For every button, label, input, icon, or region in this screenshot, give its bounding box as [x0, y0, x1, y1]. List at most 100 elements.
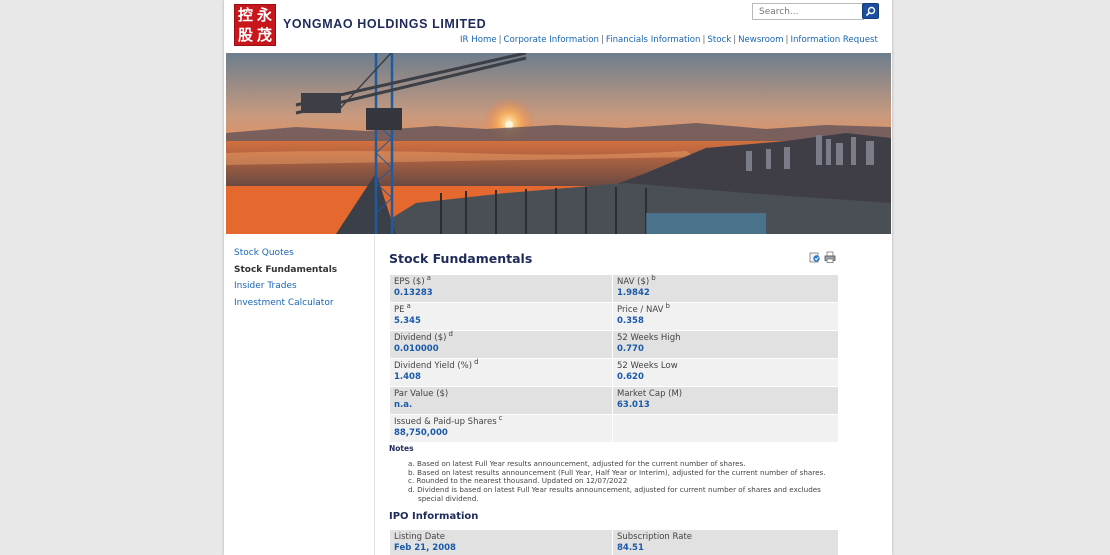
fundamentals-cell: Issued & Paid-up Shares c 88,750,000 [389, 414, 613, 443]
fundamentals-cell [612, 414, 839, 443]
metric-value: 1.408 [394, 372, 421, 382]
metric-label-text: Par Value ($) [394, 389, 449, 399]
ipo-cell: Listing Date Feb 21, 2008 [389, 529, 613, 555]
fundamentals-row: EPS ($) a 0.13283 NAV ($) b 1.9842 [389, 274, 839, 303]
fundamentals-cell: Price / NAV b 0.358 [612, 302, 839, 331]
metric-label-text: EPS ($) [394, 277, 425, 287]
metric-label-text: 52 Weeks Low [617, 361, 678, 371]
search-icon [865, 6, 876, 16]
fundamentals-cell: NAV ($) b 1.9842 [612, 274, 839, 303]
company-logo[interactable]: 控 永 股 茂 [234, 4, 276, 46]
ipo-cell: Subscription Rate 84.51 [612, 529, 839, 555]
metric-label-text: PE [394, 305, 405, 315]
stock-fundamentals-table: EPS ($) a 0.13283 NAV ($) b 1.9842 PE a 5.345 Pri… [389, 274, 839, 443]
metric-label-text: Price / NAV [617, 305, 664, 315]
footnote-ref: b [651, 274, 656, 282]
fundamentals-cell: EPS ($) a 0.13283 [389, 274, 613, 303]
page-title: Stock Fundamentals [389, 251, 533, 266]
metric-label-text: 52 Weeks High [617, 333, 681, 343]
metric-value: 0.620 [617, 372, 644, 382]
metric-label: Issued & Paid-up Shares c [394, 414, 608, 428]
metric-label-text: NAV ($) [617, 277, 650, 287]
ipo-row: Listing Date Feb 21, 2008 Subscription Rat… [389, 529, 839, 555]
metric-value: 0.770 [617, 344, 644, 354]
metric-label-text: Issued & Paid-up Shares [394, 417, 497, 427]
metric-label: Par Value ($) [394, 389, 608, 400]
metric-value: 1.9842 [617, 288, 650, 298]
search-button[interactable] [862, 3, 879, 19]
page-tools [809, 251, 836, 263]
nav-ir-home[interactable]: IR Home [460, 35, 497, 45]
metric-value: 63.013 [617, 400, 650, 410]
metric-label: Market Cap (M) [617, 389, 834, 400]
metric-value: n.a. [394, 400, 413, 410]
logo-char: 永 [256, 6, 272, 24]
sidenav-insider-trades[interactable]: Insider Trades [234, 278, 374, 295]
metric-value: 0.010000 [394, 344, 439, 354]
fundamentals-cell: 52 Weeks Low 0.620 [612, 358, 839, 387]
search-input[interactable] [752, 3, 864, 20]
fundamentals-row: Dividend ($) d 0.010000 52 Weeks High 0.770 [389, 330, 839, 359]
logo-char: 控 [237, 6, 253, 24]
fundamentals-row: Issued & Paid-up Shares c 88,750,000 [389, 414, 839, 443]
metric-label-text: Listing Date [394, 532, 446, 542]
metric-label: Dividend Yield (%) d [394, 358, 608, 372]
nav-corporate-information[interactable]: Corporate Information [504, 35, 599, 45]
metric-value: 0.358 [617, 316, 644, 326]
metric-label: PE a [394, 302, 608, 316]
fundamentals-cell: Dividend Yield (%) d 1.408 [389, 358, 613, 387]
metric-value: Feb 21, 2008 [394, 543, 456, 553]
company-name: YONGMAO HOLDINGS LIMITED [283, 17, 487, 31]
notes-list: a. Based on latest Full Year results ann… [408, 459, 838, 504]
fundamentals-cell: PE a 5.345 [389, 302, 613, 331]
footnote-ref: d [474, 358, 479, 366]
banner-image [226, 53, 891, 234]
side-navigation: Stock Quotes Stock Fundamentals Insider … [234, 245, 374, 311]
footnote-ref: c [498, 414, 503, 422]
fundamentals-cell: 52 Weeks High 0.770 [612, 330, 839, 359]
fundamentals-cell: Market Cap (M) 63.013 [612, 386, 839, 415]
fundamentals-cell: Par Value ($) n.a. [389, 386, 613, 415]
metric-label: Dividend ($) d [394, 330, 608, 344]
top-navigation: IR Home | Corporate Information | Financials… [460, 35, 878, 45]
metric-label: NAV ($) b [617, 274, 834, 288]
fundamentals-row: PE a 5.345 Price / NAV b 0.358 [389, 302, 839, 331]
fundamentals-row: Par Value ($) n.a. Market Cap (M) 63.013 [389, 386, 839, 415]
metric-label-text: Dividend Yield (%) [394, 361, 473, 371]
notes-title: Notes [389, 444, 414, 453]
note-item: d. Dividend is based on latest Full Year… [408, 485, 821, 503]
nav-information-request[interactable]: Information Request [790, 35, 877, 45]
nav-stock[interactable]: Stock [707, 35, 731, 45]
column-divider [374, 235, 375, 555]
sidenav-stock-fundamentals[interactable]: Stock Fundamentals [234, 262, 374, 279]
ipo-information-table: Listing Date Feb 21, 2008 Subscription Rat… [389, 529, 839, 555]
logo-char: 股 [237, 26, 253, 44]
nav-financials-information[interactable]: Financials Information [606, 35, 701, 45]
footnote-ref: b [665, 302, 670, 310]
logo-char: 茂 [256, 26, 272, 44]
footnote-ref: a [406, 302, 411, 310]
metric-label-text: Dividend ($) [394, 333, 447, 343]
metric-label: Subscription Rate [617, 532, 834, 543]
fundamentals-row: Dividend Yield (%) d 1.408 52 Weeks Low 0.62… [389, 358, 839, 387]
metric-value: 0.13283 [394, 288, 433, 298]
metric-label: Listing Date [394, 532, 608, 543]
footnote-ref: d [448, 330, 453, 338]
metric-value: 88,750,000 [394, 428, 448, 438]
metric-value: 84.51 [617, 543, 644, 553]
metric-label-text: Subscription Rate [617, 532, 693, 542]
email-page-icon[interactable] [809, 251, 821, 263]
metric-label: Price / NAV b [617, 302, 834, 316]
page-container: 控 永 股 茂 YONGMAO HOLDINGS LIMITED IR Home… [224, 0, 892, 555]
metric-value: 5.345 [394, 316, 421, 326]
sidenav-investment-calculator[interactable]: Investment Calculator [234, 295, 374, 312]
ipo-section-title: IPO Information [389, 511, 479, 522]
print-icon[interactable] [824, 251, 836, 263]
footnote-ref: a [426, 274, 431, 282]
metric-label: 52 Weeks High [617, 333, 834, 344]
metric-label: 52 Weeks Low [617, 361, 834, 372]
metric-label: EPS ($) a [394, 274, 608, 288]
nav-newsroom[interactable]: Newsroom [738, 35, 783, 45]
metric-label-text: Market Cap (M) [617, 389, 683, 399]
sidenav-stock-quotes[interactable]: Stock Quotes [234, 245, 374, 262]
